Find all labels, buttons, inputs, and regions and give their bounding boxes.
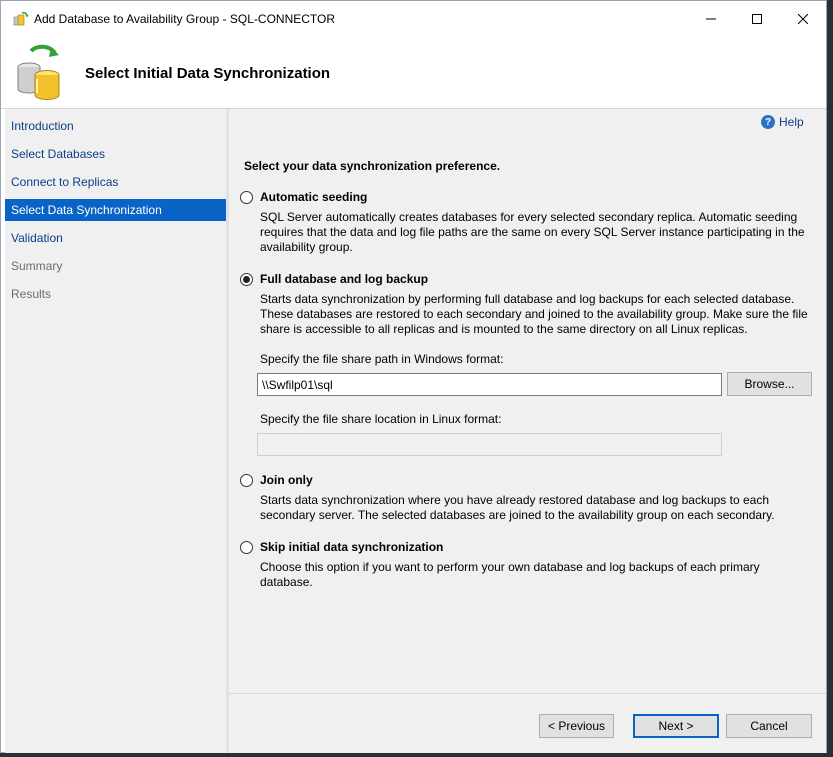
footer-divider <box>229 693 826 694</box>
join-only-description: Starts data synchronization where you ha… <box>260 493 775 522</box>
join-only-radio[interactable] <box>240 473 253 487</box>
full-backup-description: Starts data synchronization by performin… <box>260 292 808 336</box>
windows-path-label: Specify the file share path in Windows f… <box>260 352 504 366</box>
sidebar-item-select-data-synchronization[interactable]: Select Data Synchronization <box>5 199 226 221</box>
skip-sync-radio[interactable] <box>240 540 253 554</box>
maximize-icon <box>752 14 762 24</box>
minimize-button[interactable] <box>688 1 734 37</box>
previous-button[interactable]: < Previous <box>539 714 614 738</box>
linux-path-label: Specify the file share location in Linux… <box>260 412 502 426</box>
help-label: Help <box>779 115 804 129</box>
join-only-label[interactable]: Join only <box>260 473 313 487</box>
cancel-button[interactable]: Cancel <box>726 714 812 738</box>
full-backup-label[interactable]: Full database and log backup <box>260 272 428 286</box>
main-panel: ? Help Select your data synchronization … <box>229 109 826 753</box>
automatic-seeding-description: SQL Server automatically creates databas… <box>260 210 805 254</box>
automatic-seeding-label[interactable]: Automatic seeding <box>260 190 367 204</box>
option-automatic-seeding[interactable]: Automatic seeding <box>240 190 367 204</box>
help-icon: ? <box>761 115 775 129</box>
sidebar-item-results: Results <box>11 287 52 301</box>
preference-heading: Select your data synchronization prefere… <box>244 159 501 173</box>
next-button[interactable]: Next > <box>633 714 719 738</box>
windows-path-input[interactable] <box>257 373 722 396</box>
page-title: Select Initial Data Synchronization <box>85 65 331 82</box>
close-button[interactable] <box>780 1 826 37</box>
wizard-sidebar: Introduction Select Databases Connect to… <box>5 109 226 753</box>
window-title: Add Database to Availability Group - SQL… <box>34 12 336 26</box>
automatic-seeding-radio[interactable] <box>240 190 253 204</box>
database-sync-icon <box>17 44 60 100</box>
sidebar-item-summary: Summary <box>11 259 63 273</box>
skip-sync-label[interactable]: Skip initial data synchronization <box>260 540 443 554</box>
maximize-button[interactable] <box>734 1 780 37</box>
skip-sync-description: Choose this option if you want to perfor… <box>260 560 760 589</box>
app-database-icon <box>13 11 29 26</box>
sidebar-item-select-databases[interactable]: Select Databases <box>5 143 226 165</box>
option-skip-sync[interactable]: Skip initial data synchronization <box>240 540 443 554</box>
wizard-window: Add Database to Availability Group - SQL… <box>0 0 827 753</box>
sidebar-item-validation[interactable]: Validation <box>5 227 226 249</box>
close-icon <box>798 14 808 24</box>
title-bar[interactable]: Add Database to Availability Group - SQL… <box>1 1 826 37</box>
option-join-only[interactable]: Join only <box>240 473 313 487</box>
browse-button[interactable]: Browse... <box>727 372 812 396</box>
option-full-backup[interactable]: Full database and log backup <box>240 272 428 286</box>
sidebar-item-connect-to-replicas[interactable]: Connect to Replicas <box>5 171 226 193</box>
wizard-header: Select Initial Data Synchronization <box>1 37 826 109</box>
minimize-icon <box>706 18 716 20</box>
full-backup-radio[interactable] <box>240 272 253 286</box>
help-link[interactable]: ? Help <box>761 115 804 129</box>
linux-path-input[interactable] <box>257 433 722 456</box>
sidebar-item-introduction[interactable]: Introduction <box>5 115 226 137</box>
